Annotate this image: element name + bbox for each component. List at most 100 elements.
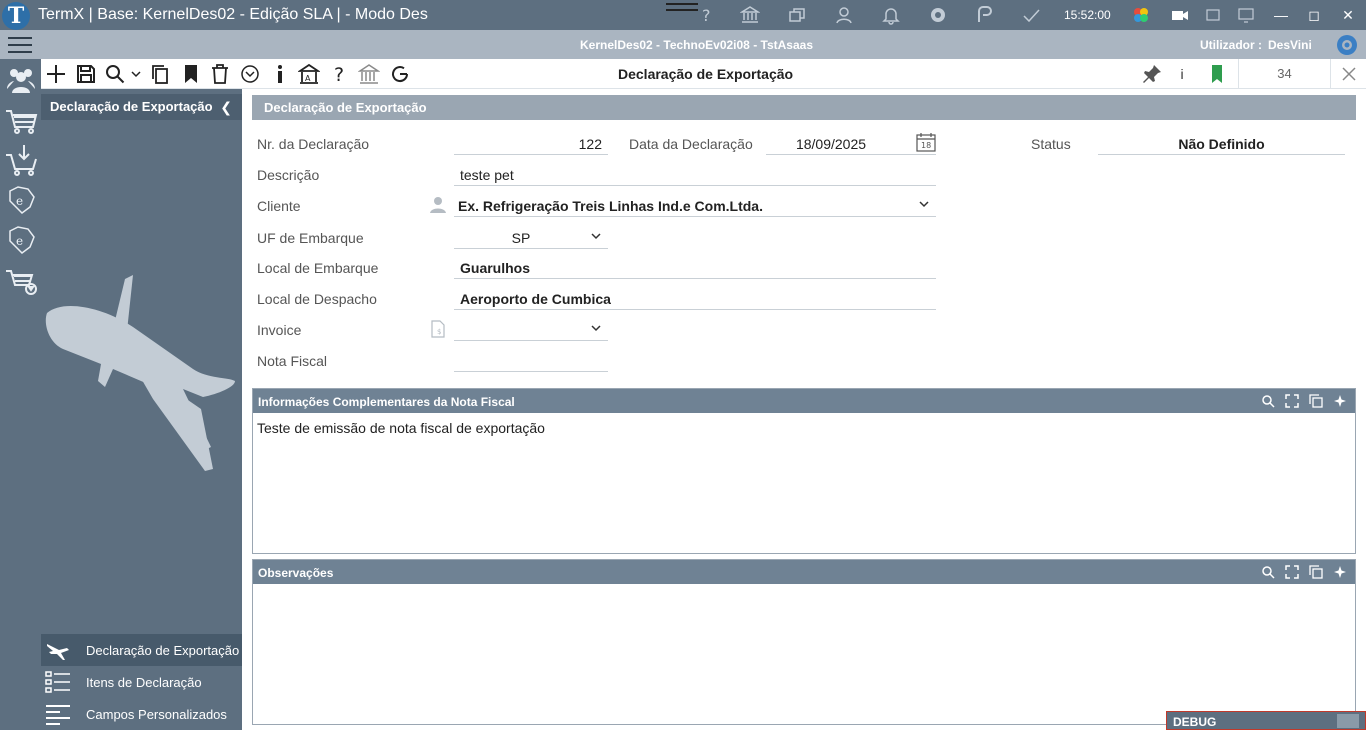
expand-icon[interactable] (1285, 394, 1299, 408)
nav-declaracao-exportacao[interactable]: Declaração de Exportação (41, 634, 242, 666)
help-icon[interactable]: ? (696, 5, 716, 25)
cart-module-icon[interactable] (4, 103, 38, 137)
menu-icon[interactable] (8, 36, 32, 54)
debug-panel[interactable]: DEBUG (1166, 711, 1366, 730)
person-icon (430, 196, 446, 214)
bank-gray-icon[interactable] (358, 63, 380, 85)
cart-filter-module-icon[interactable] (4, 263, 38, 297)
brazil-map-e2-icon[interactable]: e (4, 223, 38, 257)
close-icon[interactable] (1338, 63, 1360, 85)
bookmark-green-icon[interactable] (1206, 63, 1228, 85)
copy-icon[interactable] (1309, 565, 1323, 579)
sparkle-icon[interactable] (1333, 394, 1347, 408)
data-declaracao-label: Data da Declaração (629, 136, 753, 152)
module-sidebar: e e (0, 59, 41, 730)
expand-icon[interactable] (1285, 565, 1299, 579)
video-icon[interactable] (1170, 5, 1190, 25)
user-icon[interactable] (834, 5, 854, 25)
brazil-map-e-icon[interactable]: e (4, 183, 38, 217)
data-declaracao-field[interactable]: 18/09/2025 18 (766, 132, 936, 155)
nav-campos-personalizados[interactable]: Campos Personalizados (41, 698, 242, 730)
uf-embarque-value: SP (511, 230, 531, 246)
toolbar: A ? Declaração de Exportação i 34 (41, 59, 1366, 89)
windows-icon[interactable] (787, 5, 807, 25)
nav-itens-declaracao[interactable]: Itens de Declaração (41, 666, 242, 698)
chevron-down-icon (919, 201, 929, 208)
descricao-field[interactable]: teste pet (454, 163, 936, 186)
bank-icon[interactable] (740, 5, 760, 25)
nr-declaracao-field[interactable]: 122 (454, 132, 608, 155)
maximize-button[interactable]: ◻ (1301, 3, 1327, 27)
nota-fiscal-label: Nota Fiscal (257, 353, 328, 369)
left-panel: Declaração de Exportação ❮ Declaração de… (41, 89, 242, 730)
cart-download-module-icon[interactable] (4, 143, 38, 177)
environment-bar: KernelDes02 - TechnoEv02i08 - TstAsaas U… (0, 30, 1366, 59)
uf-embarque-label: UF de Embarque (257, 230, 364, 246)
search-icon[interactable] (1261, 565, 1275, 579)
custom-fields-icon (45, 702, 71, 726)
info-icon[interactable] (269, 63, 291, 85)
gear-icon[interactable] (1335, 33, 1359, 57)
copy-icon[interactable] (149, 63, 171, 85)
tablet-icon[interactable] (1203, 5, 1223, 25)
page-title: Declaração de Exportação (618, 66, 794, 82)
close-window-button[interactable]: ✕ (1335, 3, 1361, 27)
monitor-icon[interactable] (1236, 5, 1256, 25)
app-logo: T (2, 2, 30, 30)
search-icon[interactable] (1261, 394, 1275, 408)
airplane-icon (45, 638, 71, 662)
building-icon[interactable]: A (298, 63, 320, 85)
svg-text:?: ? (702, 6, 711, 25)
search-dropdown-chevron-icon[interactable] (129, 63, 143, 85)
airplane-illustration-icon (43, 269, 241, 479)
check-icon[interactable] (1021, 5, 1041, 25)
help-question-icon[interactable]: ? (329, 63, 351, 85)
copy-icon[interactable] (1309, 394, 1323, 408)
search-icon[interactable] (104, 63, 126, 85)
invoice-select[interactable] (454, 318, 608, 341)
local-embarque-field[interactable]: Guarulhos (454, 256, 936, 279)
info-button[interactable]: i (1176, 63, 1188, 85)
window-title: TermX | Base: KernelDes02 - Edição SLA |… (38, 6, 428, 23)
nota-fiscal-field[interactable] (454, 349, 608, 372)
cliente-select[interactable]: Ex. Refrigeração Treis Linhas Ind.e Com.… (454, 194, 936, 217)
left-panel-header: Declaração de Exportação ❮ (41, 94, 242, 120)
chevron-down-icon (591, 233, 601, 240)
info-complementares-header: Informações Complementares da Nota Fisca… (253, 389, 1355, 413)
calendar-icon[interactable]: 18 (916, 132, 936, 152)
colors-icon[interactable] (1131, 5, 1151, 25)
minimize-button[interactable]: — (1268, 3, 1294, 27)
observacoes-title: Observações (258, 566, 334, 580)
user-label: Utilizador : (1200, 38, 1262, 52)
uf-embarque-select[interactable]: SP (454, 226, 608, 249)
save-icon[interactable] (75, 63, 97, 85)
add-icon[interactable] (45, 63, 67, 85)
refresh-icon[interactable] (389, 63, 411, 85)
bell-icon[interactable] (881, 5, 901, 25)
nav-label: Campos Personalizados (86, 707, 227, 722)
svg-text:e: e (16, 194, 23, 208)
settings-icon[interactable] (928, 5, 948, 25)
svg-text:?: ? (334, 64, 344, 85)
info-complementares-title: Informações Complementares da Nota Fisca… (258, 395, 515, 409)
sparkle-icon[interactable] (1333, 565, 1347, 579)
collapse-chevron-icon[interactable]: ❮ (220, 99, 232, 116)
data-declaracao-value: 18/09/2025 (795, 136, 867, 152)
observacoes-text[interactable] (253, 584, 1355, 591)
record-counter: 34 (1238, 59, 1331, 89)
info-complementares-text[interactable]: Teste de emissão de nota fiscal de expor… (253, 413, 1355, 436)
delete-icon[interactable] (209, 63, 231, 85)
circle-chevron-down-icon[interactable] (239, 63, 261, 85)
chat-icon[interactable] (975, 5, 995, 25)
svg-text:$: $ (437, 328, 441, 336)
observacoes-panel: Observações (252, 559, 1356, 725)
chevron-down-icon (591, 325, 601, 332)
invoice-label: Invoice (257, 322, 302, 338)
bookmark-icon[interactable] (180, 63, 202, 85)
debug-toggle[interactable] (1337, 714, 1359, 728)
users-module-icon[interactable] (4, 63, 38, 97)
nr-declaracao-label: Nr. da Declaração (257, 136, 370, 152)
pin-icon[interactable] (1141, 63, 1163, 85)
local-despacho-field[interactable]: Aeroporto de Cumbica (454, 287, 936, 310)
drag-handle-icon[interactable] (666, 3, 698, 11)
